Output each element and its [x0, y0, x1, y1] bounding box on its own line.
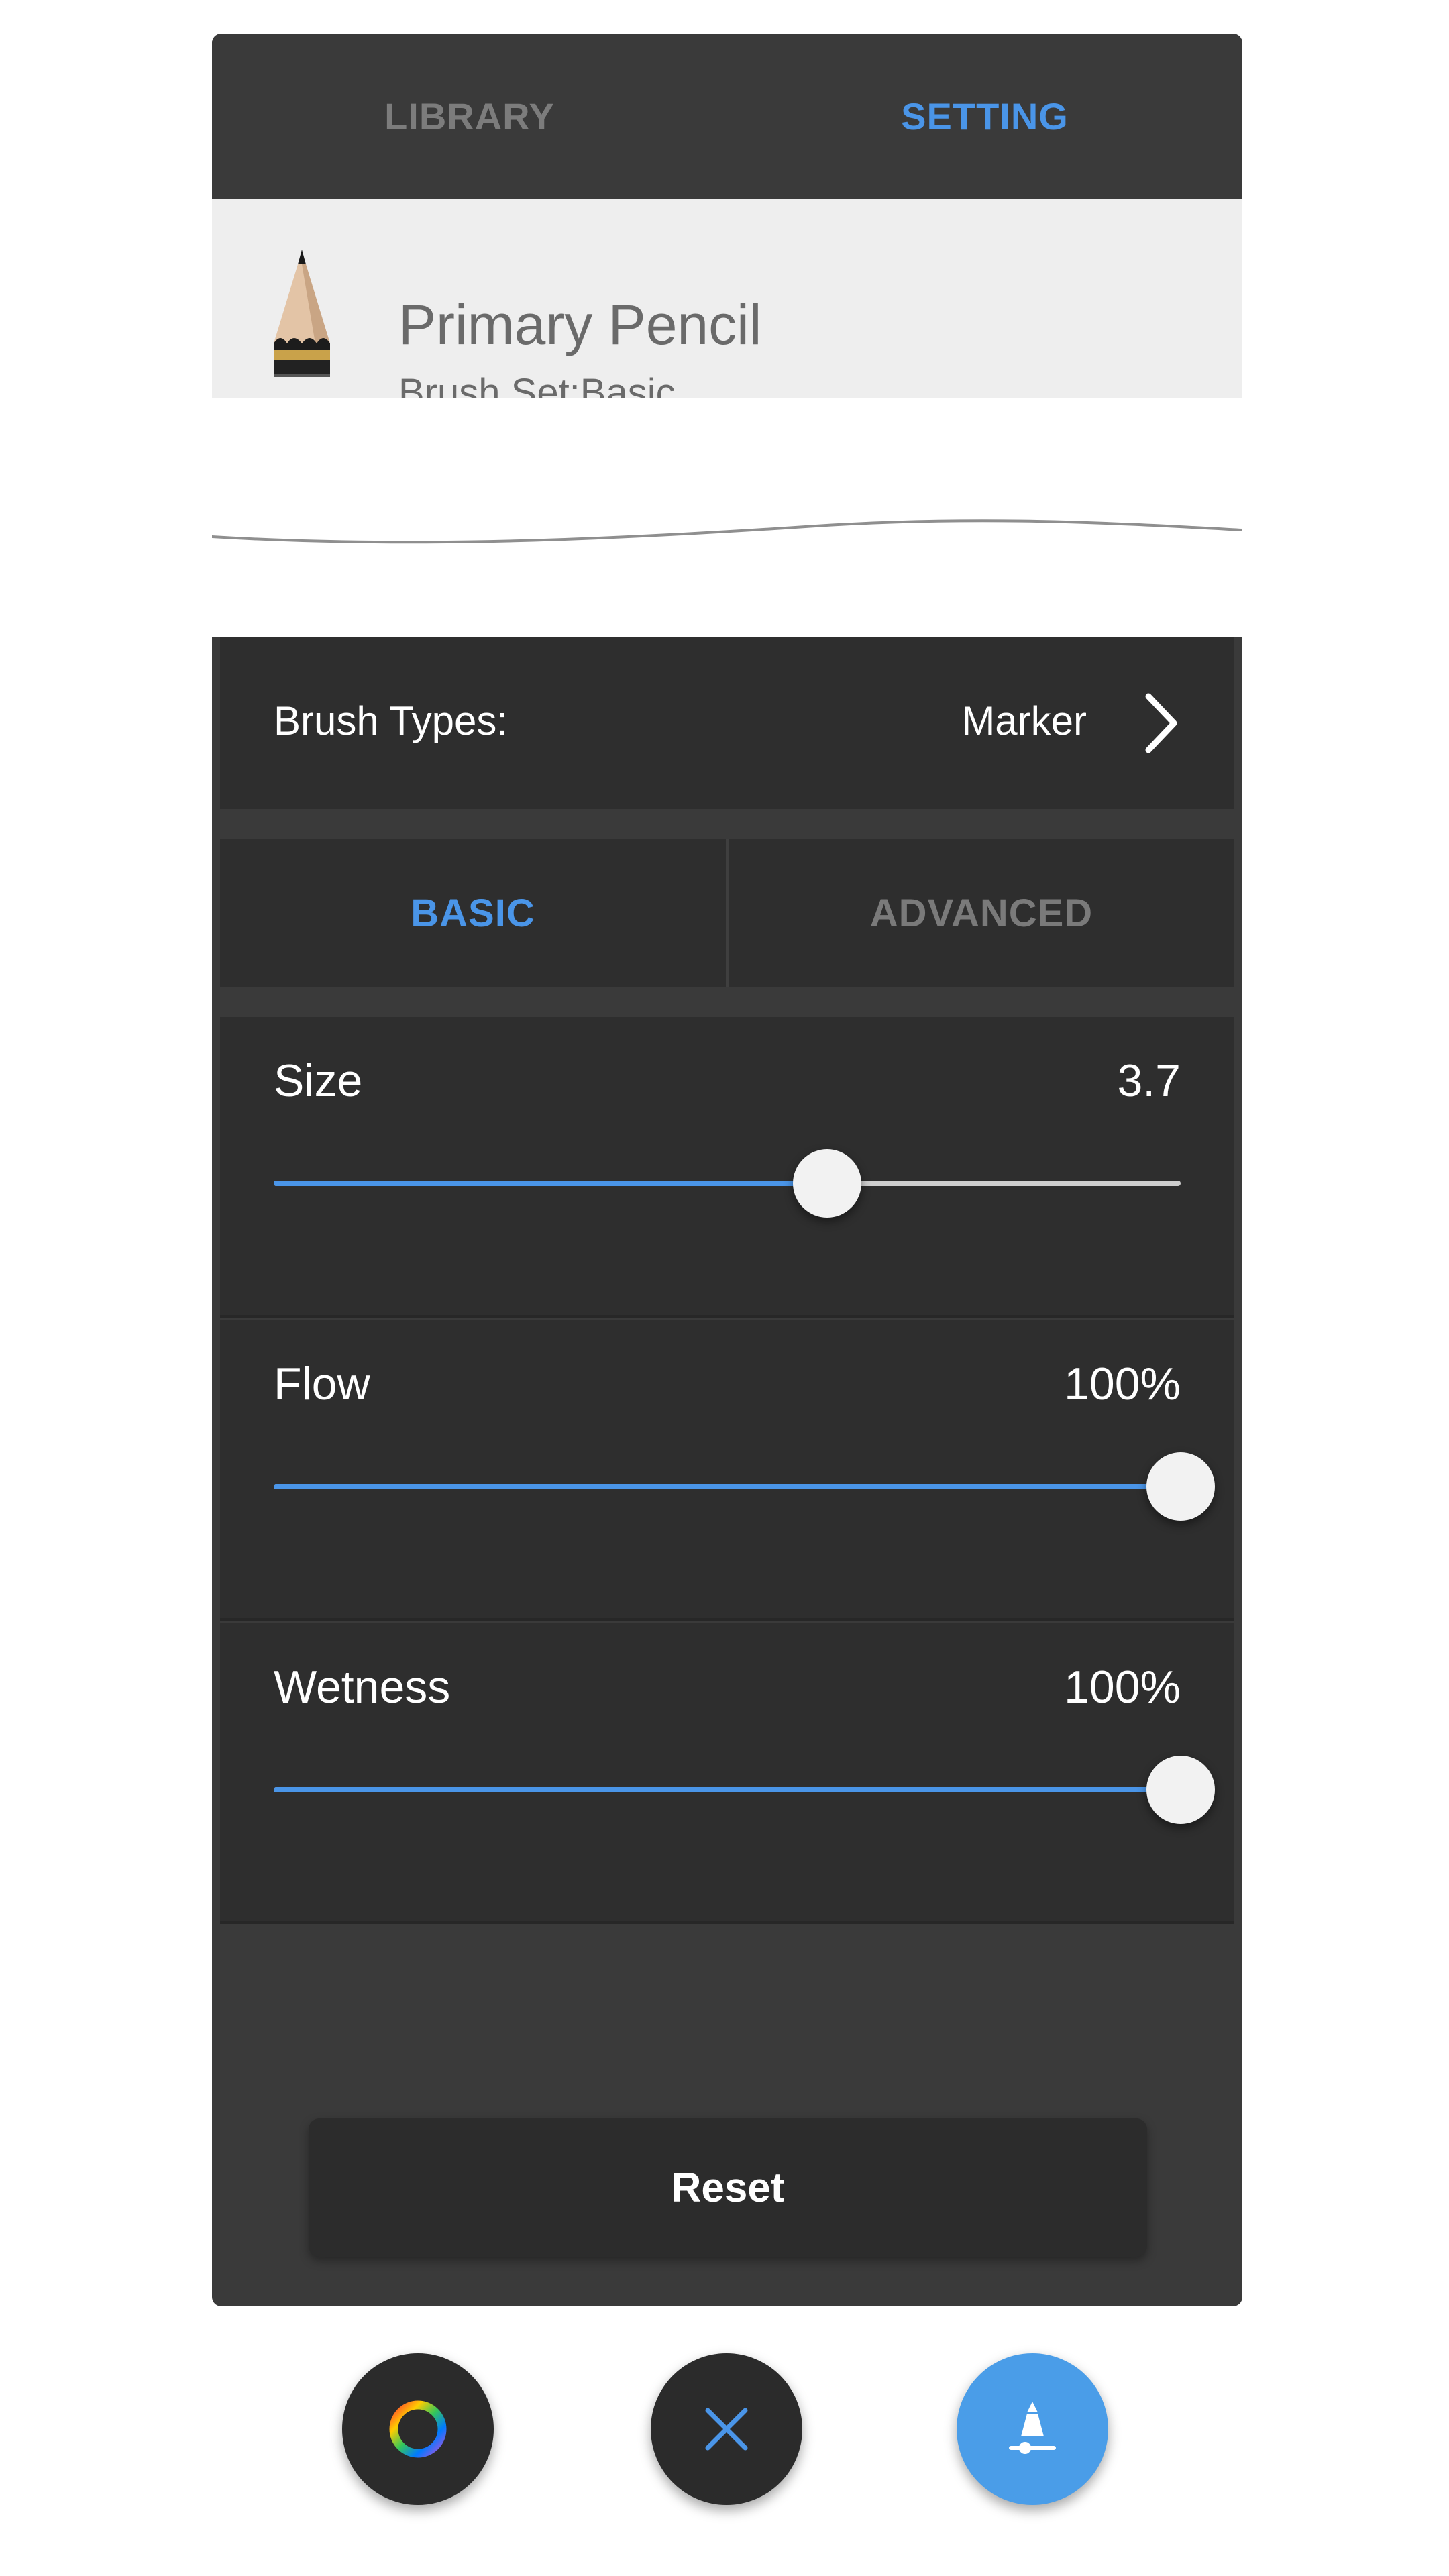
- brush-header[interactable]: Primary Pencil Brush Set:Basic: [212, 199, 1242, 415]
- chevron-right-icon: [1145, 693, 1177, 753]
- brush-settings-button[interactable]: [957, 2353, 1108, 2505]
- brush-settings-icon: [1009, 2402, 1056, 2454]
- flow-value: 100%: [1064, 1358, 1181, 1409]
- color-wheel-icon: [389, 2400, 447, 2458]
- flow-label: Flow: [274, 1358, 370, 1409]
- tab-setting[interactable]: SETTING: [727, 34, 1242, 199]
- flow-slider[interactable]: [274, 1452, 1215, 1521]
- tab-library[interactable]: LIBRARY: [212, 34, 727, 199]
- wetness-slider[interactable]: [274, 1756, 1215, 1824]
- close-button[interactable]: [651, 2353, 802, 2505]
- brush-settings-panel: LIBRARY SETTING Primary Pencil Brush Set…: [212, 34, 1242, 2306]
- close-icon: [705, 2408, 748, 2451]
- brush-name: Primary Pencil: [398, 293, 762, 356]
- size-slider-thumb[interactable]: [792, 1149, 861, 1218]
- flow-slider-thumb[interactable]: [1146, 1452, 1215, 1521]
- size-slider[interactable]: [274, 1149, 1181, 1218]
- wetness-slider-block: Wetness 100%: [220, 1623, 1234, 1924]
- size-slider-fill: [274, 1181, 827, 1186]
- top-tab-bar: LIBRARY SETTING: [212, 34, 1242, 199]
- stroke-preview: [212, 398, 1242, 637]
- mode-tab-bar: BASIC ADVANCED: [220, 839, 1234, 987]
- flow-slider-block: Flow 100%: [220, 1320, 1234, 1621]
- wetness-slider-thumb[interactable]: [1146, 1756, 1215, 1824]
- stroke-preview-line: [212, 519, 1242, 544]
- wetness-value: 100%: [1064, 1662, 1181, 1713]
- tab-advanced[interactable]: ADVANCED: [729, 839, 1234, 987]
- flow-slider-fill: [274, 1484, 1181, 1489]
- pencil-icon: [274, 250, 330, 377]
- brush-types-row[interactable]: Brush Types: Marker: [220, 637, 1234, 809]
- size-value: 3.7: [1117, 1055, 1181, 1106]
- color-button[interactable]: [342, 2353, 494, 2505]
- size-slider-block: Size 3.7: [220, 1017, 1234, 1318]
- tab-basic[interactable]: BASIC: [220, 839, 726, 987]
- brush-types-label: Brush Types:: [274, 698, 508, 743]
- brush-types-value: Marker: [961, 698, 1087, 743]
- size-label: Size: [274, 1055, 363, 1106]
- wetness-slider-fill: [274, 1787, 1181, 1792]
- wetness-label: Wetness: [274, 1662, 451, 1713]
- reset-button[interactable]: Reset: [309, 2118, 1147, 2257]
